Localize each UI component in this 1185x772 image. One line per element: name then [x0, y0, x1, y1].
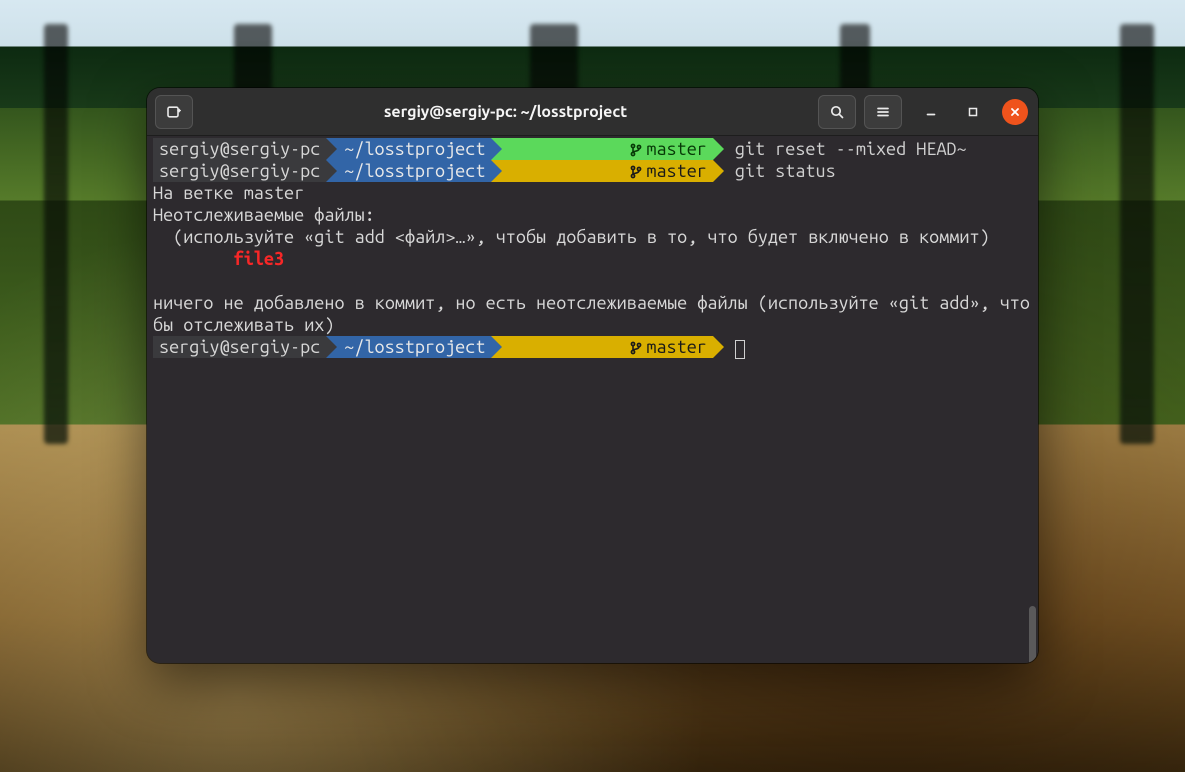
command-text: git reset --mixed HEAD~: [713, 138, 967, 160]
prompt-host-segment: sergiy@sergiy-pc: [153, 160, 326, 182]
output-line: file3: [153, 248, 1038, 270]
command-text: git status: [713, 160, 836, 182]
git-branch-icon: [630, 165, 642, 179]
terminal-cursor: [735, 340, 745, 359]
minimize-button[interactable]: [918, 99, 944, 125]
git-branch-icon: [630, 341, 642, 355]
prompt-branch: master: [646, 337, 706, 357]
close-button[interactable]: [1002, 99, 1028, 125]
prompt-path: ~/losstproject: [344, 336, 485, 358]
maximize-icon: [967, 106, 979, 118]
window-title: sergiy@sergiy-pc: ~/losstproject: [193, 103, 818, 121]
terminal-viewport[interactable]: sergiy@sergiy-pc ~/losstproject master g…: [147, 136, 1038, 663]
prompt-path-segment: ~/losstproject: [326, 336, 491, 358]
prompt-path: ~/losstproject: [344, 160, 485, 182]
prompt-path: ~/losstproject: [344, 138, 485, 160]
prompt-path-segment: ~/losstproject: [326, 160, 491, 182]
hamburger-icon: [875, 104, 891, 120]
close-icon: [1009, 106, 1021, 118]
output-blank: [153, 270, 1038, 292]
menu-button[interactable]: [864, 95, 902, 129]
desktop-wallpaper: sergiy@sergiy-pc: ~/losstproject: [0, 0, 1185, 772]
decor: [44, 24, 68, 444]
new-tab-button[interactable]: [155, 95, 193, 129]
search-icon: [829, 104, 845, 120]
prompt-line: sergiy@sergiy-pc ~/losstproject master g…: [153, 160, 1038, 182]
decor: [1120, 24, 1154, 444]
prompt-branch-segment: master: [491, 336, 712, 358]
maximize-button[interactable]: [960, 99, 986, 125]
output-line: Неотслеживаемые файлы:: [153, 204, 1038, 226]
prompt-host-segment: sergiy@sergiy-pc: [153, 336, 326, 358]
prompt-host: sergiy@sergiy-pc: [159, 160, 320, 182]
prompt-host: sergiy@sergiy-pc: [159, 138, 320, 160]
prompt-path-segment: ~/losstproject: [326, 138, 491, 160]
prompt-branch: master: [646, 161, 706, 181]
prompt-host: sergiy@sergiy-pc: [159, 336, 320, 358]
untracked-file: file3: [234, 249, 284, 269]
prompt-branch-segment: master: [491, 160, 712, 182]
search-button[interactable]: [818, 95, 856, 129]
prompt-host-segment: sergiy@sergiy-pc: [153, 138, 326, 160]
scrollbar-thumb[interactable]: [1029, 606, 1036, 663]
minimize-icon: [925, 106, 937, 118]
new-tab-icon: [166, 104, 182, 120]
titlebar[interactable]: sergiy@sergiy-pc: ~/losstproject: [147, 88, 1038, 136]
output-line: (используйте «git add <файл>…», чтобы до…: [153, 226, 1038, 248]
prompt-line: sergiy@sergiy-pc ~/losstproject master: [153, 336, 1038, 358]
terminal-window: sergiy@sergiy-pc: ~/losstproject: [147, 88, 1038, 663]
